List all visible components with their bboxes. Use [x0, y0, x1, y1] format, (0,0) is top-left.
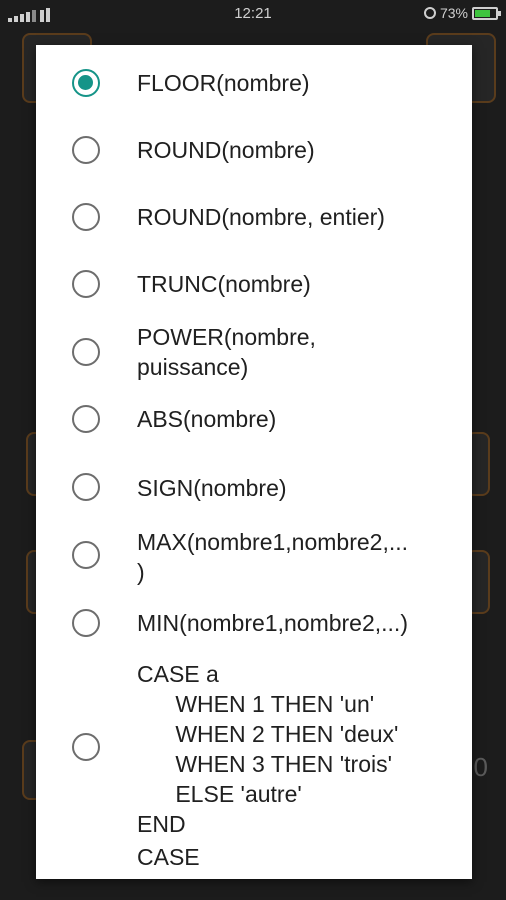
battery-percent: 73%: [439, 5, 468, 21]
option-label: MIN(nombre1,nombre2,...): [137, 610, 408, 636]
radio-button[interactable]: [72, 136, 100, 164]
radio-button[interactable]: [72, 473, 100, 501]
option-case-searched[interactable]: CASE WHEN a=1 THEN 'un': [36, 840, 472, 879]
option-label: POWER(nombre, puissance): [137, 324, 316, 380]
radio-button[interactable]: [72, 733, 100, 761]
option-label: CASE a WHEN 1 THEN 'un' WHEN 2 THEN 'deu…: [137, 661, 399, 837]
option-power[interactable]: POWER(nombre, puissance): [36, 318, 472, 384]
option-round-integer[interactable]: ROUND(nombre, entier): [36, 194, 472, 240]
radio-button[interactable]: [72, 270, 100, 298]
option-abs[interactable]: ABS(nombre): [36, 396, 472, 442]
option-sign[interactable]: SIGN(nombre): [36, 463, 472, 509]
option-label: TRUNC(nombre): [137, 271, 311, 297]
option-label: FLOOR(nombre): [137, 70, 310, 96]
radio-button[interactable]: [72, 405, 100, 433]
option-label: ROUND(nombre): [137, 137, 315, 163]
status-bar: 12:21 73%: [0, 0, 506, 28]
option-label: SIGN(nombre): [137, 475, 287, 501]
option-case-simple[interactable]: CASE a WHEN 1 THEN 'un' WHEN 2 THEN 'deu…: [36, 657, 472, 843]
option-max[interactable]: MAX(nombre1,nombre2,... ): [36, 523, 472, 589]
radio-button[interactable]: [72, 541, 100, 569]
option-label: CASE WHEN a=1 THEN 'un': [137, 844, 400, 879]
option-round[interactable]: ROUND(nombre): [36, 127, 472, 173]
option-label: ABS(nombre): [137, 406, 277, 432]
option-trunc[interactable]: TRUNC(nombre): [36, 261, 472, 307]
radio-button[interactable]: [72, 203, 100, 231]
battery-charging-icon: [472, 6, 501, 20]
alarm-icon: [423, 7, 436, 19]
option-label: MAX(nombre1,nombre2,... ): [137, 529, 409, 585]
option-min[interactable]: MIN(nombre1,nombre2,...): [36, 600, 472, 646]
radio-button[interactable]: [72, 609, 100, 637]
function-picker-dialog: FLOOR(nombre) ROUND(nombre) ROUND(nombre…: [36, 45, 472, 879]
option-floor[interactable]: FLOOR(nombre): [36, 60, 472, 106]
radio-button[interactable]: [72, 69, 100, 97]
radio-button[interactable]: [72, 338, 100, 366]
option-label: ROUND(nombre, entier): [137, 204, 385, 230]
background-text: 0: [473, 752, 488, 782]
